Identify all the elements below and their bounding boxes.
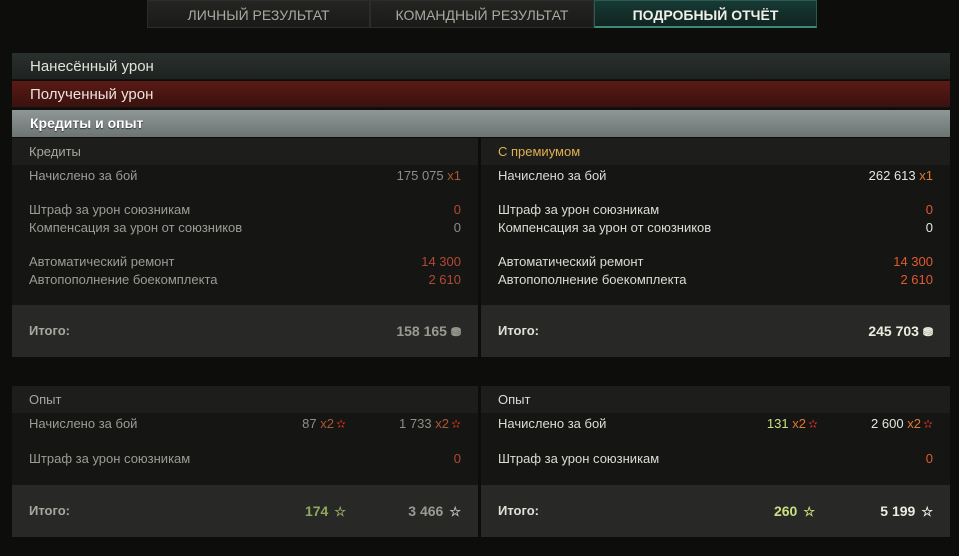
credits-basic-title: Кредиты	[12, 138, 478, 165]
credits-earned-row: Начислено за бой 262 613 x1	[498, 167, 933, 185]
row-value: 0	[453, 202, 461, 217]
xp-basic-panel: Опыт Начислено за бой 87 x2 ✫ 1 733 x2 ✫ Ш…	[12, 386, 478, 537]
star-icon: ☆	[449, 504, 461, 519]
free-xp-earned-value: 1 733 x2 ✫	[399, 416, 461, 431]
credits-repair-row: Автоматический ремонт 14 300	[29, 253, 461, 271]
credits-compensation-row: Компенсация за урон от союзников 0	[29, 219, 461, 237]
row-label: Начислено за бой	[498, 416, 607, 431]
xp-basic-total: Итого: 174 ☆ 3 466 ☆	[12, 485, 478, 537]
credits-repair-row: Автоматический ремонт 14 300	[498, 253, 933, 271]
row-label: Начислено за бой	[498, 168, 607, 183]
total-label: Итого:	[29, 323, 70, 338]
total-value: 245 703 ⛃	[868, 323, 933, 339]
credits-basic-panel: Кредиты Начислено за бой 175 075 x1 Штра…	[12, 138, 478, 357]
xp-earned-row: Начислено за бой 131 x2 ✫ 2 600 x2 ✫	[498, 415, 933, 433]
tab-team-result[interactable]: КОМАНДНЫЙ РЕЗУЛЬТАТ	[370, 0, 594, 28]
credits-premium-panel: С премиумом Начислено за бой 262 613 x1 …	[481, 138, 950, 357]
credits-compensation-row: Компенсация за урон от союзников 0	[498, 219, 933, 237]
row-value: 175 075 x1	[396, 168, 461, 183]
credits-premium-total: Итого: 245 703 ⛃	[481, 305, 950, 357]
red-star-icon: ✫	[450, 417, 461, 431]
row-label: Начислено за бой	[29, 168, 138, 183]
credits-ammo-row: Автопополнение боекомплекта 2 610	[498, 271, 933, 289]
red-star-icon: ✫	[335, 417, 346, 431]
row-value: 0	[453, 451, 461, 466]
red-star-icon: ✫	[922, 417, 933, 431]
row-label: Штраф за урон союзникам	[498, 451, 660, 466]
credits-earned-row: Начислено за бой 175 075 x1	[29, 167, 461, 185]
total-label: Итого:	[498, 503, 539, 518]
xp-earned-value: 87 x2 ✫	[302, 416, 346, 431]
star-icon: ☆	[921, 504, 933, 519]
row-label: Компенсация за урон от союзников	[29, 220, 243, 235]
total-free-xp-value: 3 466 ☆	[408, 503, 461, 519]
xp-earned-value: 131 x2 ✫	[766, 416, 818, 431]
total-xp-value: 260 ☆	[773, 503, 815, 519]
row-label: Автопополнение боекомплекта	[498, 272, 687, 287]
star-icon: ☆	[803, 504, 815, 519]
total-xp-value: 174 ☆	[304, 503, 346, 519]
red-star-icon: ✫	[807, 417, 818, 431]
total-value: 158 165 ⛃	[396, 323, 461, 339]
star-icon: ☆	[334, 504, 346, 519]
row-label: Автоматический ремонт	[498, 254, 644, 269]
credits-ammo-row: Автопополнение боекомплекта 2 610	[29, 271, 461, 289]
row-label: Компенсация за урон от союзников	[498, 220, 712, 235]
credits-basic-total: Итого: 158 165 ⛃	[12, 305, 478, 357]
row-value: 14 300	[893, 254, 933, 269]
row-value: 2 610	[428, 272, 461, 287]
xp-premium-total: Итого: 260 ☆ 5 199 ☆	[481, 485, 950, 537]
row-label: Автопополнение боекомплекта	[29, 272, 218, 287]
xp-earned-row: Начислено за бой 87 x2 ✫ 1 733 x2 ✫	[29, 415, 461, 433]
row-value: 0	[925, 451, 933, 466]
xp-premium-panel: Опыт Начислено за бой 131 x2 ✫ 2 600 x2 ✫ …	[481, 386, 950, 537]
row-label: Штраф за урон союзникам	[29, 451, 191, 466]
tab-detailed-report[interactable]: ПОДРОБНЫЙ ОТЧЁТ	[594, 0, 817, 28]
credits-premium-title: С премиумом	[481, 138, 950, 165]
row-label: Штраф за урон союзникам	[29, 202, 191, 217]
total-label: Итого:	[29, 503, 70, 518]
xp-premium-title: Опыт	[481, 386, 950, 413]
row-label: Начислено за бой	[29, 416, 138, 431]
total-label: Итого:	[498, 323, 539, 338]
credits-penalty-row: Штраф за урон союзникам 0	[498, 201, 933, 219]
credits-penalty-row: Штраф за урон союзникам 0	[29, 201, 461, 219]
row-value: 0	[925, 202, 933, 217]
row-value: 2 610	[900, 272, 933, 287]
section-damage-dealt[interactable]: Нанесённый урон	[12, 53, 950, 80]
tab-personal-result[interactable]: ЛИЧНЫЙ РЕЗУЛЬТАТ	[147, 0, 370, 28]
xp-penalty-row: Штраф за урон союзникам 0	[498, 450, 933, 468]
total-free-xp-value: 5 199 ☆	[880, 503, 933, 519]
free-xp-earned-value: 2 600 x2 ✫	[871, 416, 933, 431]
row-label: Штраф за урон союзникам	[498, 202, 660, 217]
row-value: 0	[453, 220, 461, 235]
row-value: 0	[925, 220, 933, 235]
row-label: Автоматический ремонт	[29, 254, 175, 269]
section-damage-received[interactable]: Полученный урон	[12, 81, 950, 108]
xp-basic-title: Опыт	[12, 386, 478, 413]
credits-icon: ⛃	[450, 325, 461, 339]
credits-icon: ⛃	[922, 325, 933, 339]
xp-penalty-row: Штраф за урон союзникам 0	[29, 450, 461, 468]
row-value: 14 300	[421, 254, 461, 269]
section-credits-xp[interactable]: Кредиты и опыт	[12, 110, 950, 137]
row-value: 262 613 x1	[868, 168, 933, 183]
tab-bar: ЛИЧНЫЙ РЕЗУЛЬТАТ КОМАНДНЫЙ РЕЗУЛЬТАТ ПОД…	[147, 0, 817, 28]
